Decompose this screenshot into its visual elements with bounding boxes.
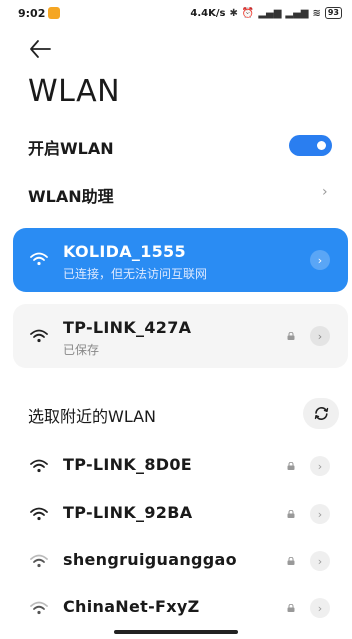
nearby-network-row[interactable]: TP-LINK_8D0E ›	[0, 444, 352, 488]
network-ssid: ChinaNet-FxyZ	[63, 597, 200, 616]
saved-network-card[interactable]: TP-LINK_427A 已保存 ›	[13, 304, 348, 368]
battery-icon: 93	[324, 7, 342, 19]
bluetooth-icon: ✱	[229, 7, 238, 19]
status-indicators: 4.4K/s ✱ ⏰ ▂▄▆ ▂▄▆ ≋ 93	[190, 7, 342, 19]
toggle-knob	[317, 141, 326, 150]
network-speed: 4.4K/s	[190, 7, 226, 19]
network-details-button[interactable]: ›	[310, 504, 330, 524]
wifi-icon	[30, 459, 48, 473]
enable-wlan-label: 开启WLAN	[28, 139, 114, 158]
connected-ssid: KOLIDA_1555	[63, 242, 186, 261]
lock-icon	[287, 332, 295, 340]
chevron-right-icon: ›	[322, 184, 328, 200]
signal-icon-2: ▂▄▆	[285, 7, 309, 19]
wifi-status-icon: ≋	[312, 7, 321, 19]
connected-status: 已连接，但无法访问互联网	[63, 267, 208, 281]
nearby-network-row[interactable]: TP-LINK_92BA ›	[0, 492, 352, 536]
wifi-weak-icon	[30, 554, 48, 568]
nearby-section-label: 选取附近的WLAN	[28, 407, 157, 426]
status-time: 9:02	[18, 7, 46, 20]
network-details-button[interactable]: ›	[310, 551, 330, 571]
network-ssid: shengruiguanggao	[63, 550, 237, 569]
network-details-button[interactable]: ›	[310, 326, 330, 346]
page-title: WLAN	[28, 74, 121, 109]
network-ssid: TP-LINK_92BA	[63, 503, 193, 522]
wifi-weak-icon	[30, 601, 48, 615]
network-details-button[interactable]: ›	[310, 456, 330, 476]
lock-icon	[287, 510, 295, 518]
notification-app-icon	[48, 7, 60, 19]
connected-network-card[interactable]: KOLIDA_1555 已连接，但无法访问互联网 ›	[13, 228, 348, 292]
wlan-assistant-label[interactable]: WLAN助理	[28, 183, 114, 207]
lock-icon	[287, 604, 295, 612]
lock-icon	[287, 462, 295, 470]
signal-icon: ▂▄▆	[258, 7, 282, 19]
back-arrow-icon[interactable]	[28, 38, 52, 60]
nearby-network-row[interactable]: ChinaNet-FxyZ ›	[0, 586, 352, 630]
wlan-toggle[interactable]	[289, 135, 332, 156]
lock-icon	[287, 557, 295, 565]
alarm-icon: ⏰	[241, 7, 255, 19]
network-details-button[interactable]: ›	[310, 250, 330, 270]
saved-status: 已保存	[63, 343, 100, 357]
wifi-icon	[30, 252, 48, 266]
refresh-button[interactable]	[303, 398, 339, 429]
home-indicator[interactable]	[114, 630, 238, 634]
network-ssid: TP-LINK_8D0E	[63, 455, 193, 474]
nearby-network-row[interactable]: shengruiguanggao ›	[0, 539, 352, 583]
refresh-icon	[314, 407, 328, 420]
status-bar: 9:02 4.4K/s ✱ ⏰ ▂▄▆ ▂▄▆ ≋ 93	[0, 0, 352, 28]
wifi-icon	[30, 507, 48, 521]
saved-ssid: TP-LINK_427A	[63, 318, 192, 337]
wifi-icon	[30, 329, 48, 343]
network-details-button[interactable]: ›	[310, 598, 330, 618]
